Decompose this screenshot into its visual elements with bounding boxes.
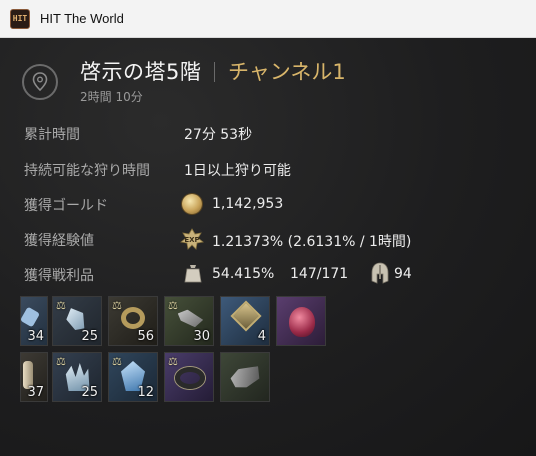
svg-text:EXP: EXP bbox=[184, 236, 199, 244]
location-pin-icon bbox=[22, 64, 58, 100]
loot-slot[interactable]: ⚖ 30 bbox=[164, 296, 214, 346]
loot-slot[interactable] bbox=[276, 296, 326, 346]
loot-label: 獲得戦利品 bbox=[24, 268, 94, 284]
item-count: 12 bbox=[137, 385, 154, 400]
loot-slot[interactable]: ⚖ bbox=[164, 352, 214, 402]
exp-label: 獲得経験値 bbox=[24, 233, 94, 249]
gold-label: 獲得ゴールド bbox=[24, 198, 108, 214]
dark-ring-item bbox=[175, 367, 205, 389]
loot-slot[interactable]: 34 bbox=[20, 296, 48, 346]
loot-slot[interactable] bbox=[220, 352, 270, 402]
location-name: 啓示の塔5階 bbox=[80, 60, 202, 84]
blue-gem-item bbox=[230, 300, 262, 332]
app-logo-icon: HIT bbox=[10, 8, 30, 29]
item-count: 30 bbox=[193, 329, 210, 344]
session-duration: 2時間 10分 bbox=[80, 90, 143, 104]
total-time-value: 27分 53秒 bbox=[184, 127, 253, 143]
gold-ring-item bbox=[121, 307, 145, 329]
item-count: 34 bbox=[27, 329, 44, 344]
exp-icon: EXP bbox=[180, 228, 204, 250]
bag-icon bbox=[184, 265, 202, 283]
loot-slot[interactable]: ⚖ 25 bbox=[52, 296, 102, 346]
scale-icon: ⚖ bbox=[56, 299, 66, 312]
item-count: 4 bbox=[257, 329, 266, 344]
blue-crystal-item bbox=[21, 306, 41, 328]
inventory-slots: 147/171 bbox=[290, 266, 349, 282]
loot-slot[interactable]: ⚖ 12 bbox=[108, 352, 158, 402]
scale-icon: ⚖ bbox=[168, 299, 178, 312]
scale-icon: ⚖ bbox=[56, 355, 66, 368]
item-count: 25 bbox=[81, 385, 98, 400]
loot-slot[interactable]: 37 bbox=[20, 352, 48, 402]
sustainable-time-label: 持続可能な狩り時間 bbox=[24, 163, 150, 179]
total-time-label: 累計時間 bbox=[24, 127, 80, 143]
channel-name: チャンネル1 bbox=[228, 60, 346, 84]
green-material-item bbox=[175, 307, 204, 329]
scale-icon: ⚖ bbox=[168, 355, 178, 368]
loot-slot[interactable]: ⚖ 56 bbox=[108, 296, 158, 346]
gold-coin-icon bbox=[182, 194, 202, 214]
window-titlebar: HIT HIT The World bbox=[0, 0, 536, 38]
gray-material-item bbox=[228, 362, 263, 391]
sustainable-time-value: 1日以上狩り可能 bbox=[184, 163, 291, 179]
item-count: 37 bbox=[27, 385, 44, 400]
red-gem-item bbox=[289, 307, 315, 337]
header-divider bbox=[214, 62, 215, 82]
item-count: 56 bbox=[137, 329, 154, 344]
equipment-count: 94 bbox=[394, 266, 412, 282]
scale-icon: ⚖ bbox=[112, 355, 122, 368]
item-count: 25 bbox=[81, 329, 98, 344]
loot-slot[interactable]: 4 bbox=[220, 296, 270, 346]
scale-icon: ⚖ bbox=[112, 299, 122, 312]
helmet-icon bbox=[371, 262, 389, 284]
window-title: HIT The World bbox=[40, 11, 124, 26]
hunting-summary-panel: 啓示の塔5階 チャンネル1 2時間 10分 累計時間 27分 53秒 持続可能な… bbox=[0, 38, 536, 456]
gold-value: 1,142,953 bbox=[212, 196, 284, 212]
loot-slot[interactable]: ⚖ 25 bbox=[52, 352, 102, 402]
exp-value: 1.21373% (2.6131% / 1時間) bbox=[212, 234, 412, 250]
loot-percent: 54.415% bbox=[212, 266, 275, 282]
